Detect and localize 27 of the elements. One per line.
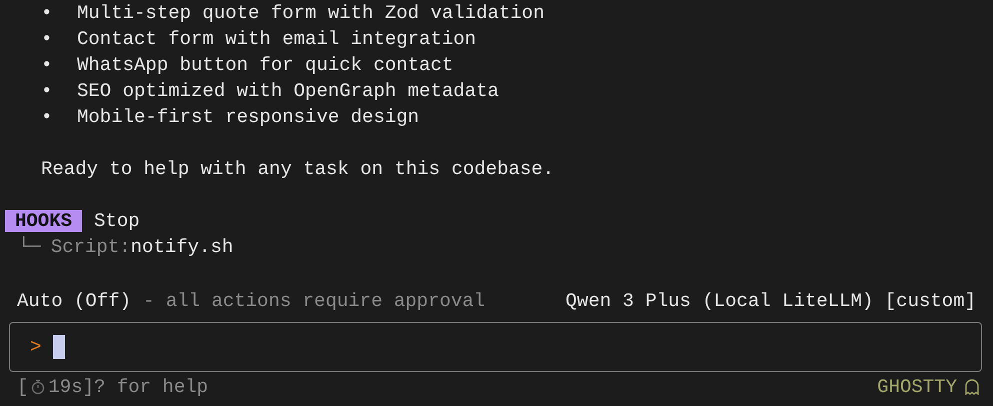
prompt-symbol: >: [30, 336, 42, 358]
bullet: •: [41, 79, 54, 104]
model-label: Qwen 3 Plus (Local LiteLLM) [custom]: [566, 289, 976, 314]
hooks-badge: HOOKS: [5, 210, 82, 232]
bullet: •: [41, 53, 54, 78]
bracket: [: [17, 375, 28, 400]
message-text: Ready to help with any task on this codebase.: [41, 157, 554, 182]
bullet: •: [41, 27, 54, 52]
feature-text: WhatsApp button for quick contact: [77, 53, 454, 78]
bullet: •: [41, 1, 54, 26]
feature-text: Mobile-first responsive design: [77, 105, 420, 130]
stopwatch-icon: [31, 379, 46, 395]
prompt-input[interactable]: >: [9, 322, 982, 372]
feature-text: Multi-step quote form with Zod validation: [77, 1, 544, 26]
mode-label: Auto (Off): [17, 289, 132, 314]
hook-event: Stop: [94, 209, 140, 234]
app-name: GHOSTTY: [877, 375, 957, 400]
feature-text: SEO optimized with OpenGraph metadata: [77, 79, 499, 104]
script-label: Script:: [50, 235, 131, 260]
feature-text: Contact form with email integration: [77, 27, 476, 52]
bullet: •: [41, 105, 54, 130]
text-cursor: [53, 335, 66, 359]
tree-connector: └─: [18, 235, 41, 260]
help-hint: 19s]? for help: [48, 375, 208, 400]
script-name: notify.sh: [130, 235, 234, 260]
mode-note: - all actions require approval: [143, 289, 486, 314]
ghost-icon: [965, 379, 979, 395]
